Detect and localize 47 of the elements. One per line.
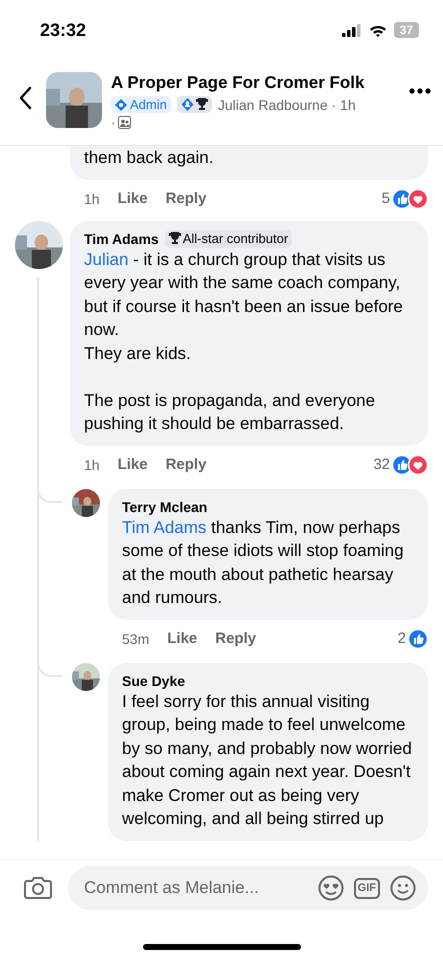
commenter-name[interactable]: Tim Adams	[84, 230, 159, 248]
commenter-name[interactable]: Sue Dyke	[122, 672, 186, 690]
contributor-badge: All-star contributor	[164, 230, 292, 248]
comment-time: 53m	[122, 630, 150, 646]
comment-text: them back again.	[84, 147, 214, 169]
heart-eyes-face-icon[interactable]	[318, 875, 344, 901]
mention-link[interactable]: Tim Adams	[122, 518, 206, 536]
group-title[interactable]: A Proper Page For Cromer Folk	[111, 72, 409, 94]
thumbs-up-icon	[408, 628, 428, 648]
comment-text: They are kids.	[84, 342, 192, 364]
diamond-icon	[115, 98, 127, 110]
wifi-icon	[368, 24, 387, 36]
comment-field[interactable]: Comment as Melanie... GIF	[68, 866, 428, 910]
battery-indicator: 37	[394, 22, 419, 38]
comment-time: 1h	[84, 456, 100, 472]
like-button[interactable]: Like	[118, 456, 148, 473]
more-icon[interactable]	[409, 88, 431, 94]
reply-button[interactable]: Reply	[215, 630, 256, 647]
reaction-count: 5	[382, 190, 390, 207]
comment-text: The post is propaganda, and everyone pushing it should be embarrassed.	[84, 390, 376, 435]
status-time: 23:32	[40, 20, 86, 40]
heart-icon	[408, 454, 428, 474]
signal-icon	[342, 24, 362, 36]
comment-text: Julian - it is a church group that visits us every year with the same coach company, but if course it hasn't been an issue before now.	[84, 248, 404, 341]
trophy-icon	[168, 232, 181, 245]
comment-time: 1h	[84, 190, 100, 206]
like-button[interactable]: Like	[167, 630, 198, 647]
commenter-name[interactable]: Terry Mclean	[122, 498, 208, 516]
gif-button[interactable]: GIF	[354, 878, 380, 898]
like-button[interactable]: Like	[118, 190, 148, 207]
separator-dot: ·	[111, 115, 116, 130]
mention-link[interactable]: Julian	[84, 250, 128, 268]
reply-button[interactable]: Reply	[166, 456, 206, 473]
admin-badge: Admin	[111, 96, 171, 113]
author-name[interactable]: Julian Radbourne · 1h	[218, 96, 356, 112]
back-icon[interactable]	[18, 86, 32, 110]
emoji-icon[interactable]	[390, 875, 416, 901]
shield-person-icon	[180, 98, 194, 111]
reaction-count: 2	[398, 630, 406, 647]
trophy-icon	[196, 98, 208, 111]
comment-text: I feel sorry for this annual visiting group, being made to feel unwelcome by so many, and probably now worried about coming again next year. Doesn't make Cromer out as being very welcoming, and all being stirred up	[122, 690, 413, 830]
camera-icon[interactable]	[24, 876, 52, 900]
reaction-count: 32	[373, 456, 390, 473]
heart-icon	[408, 188, 428, 208]
group-icon	[118, 116, 132, 129]
comment-text: Tim Adams thanks Tim, now perhaps some of these idiots will stop foaming at the mouth about pathetic hearsay and rumours.	[122, 516, 405, 609]
reply-button[interactable]: Reply	[166, 190, 206, 207]
